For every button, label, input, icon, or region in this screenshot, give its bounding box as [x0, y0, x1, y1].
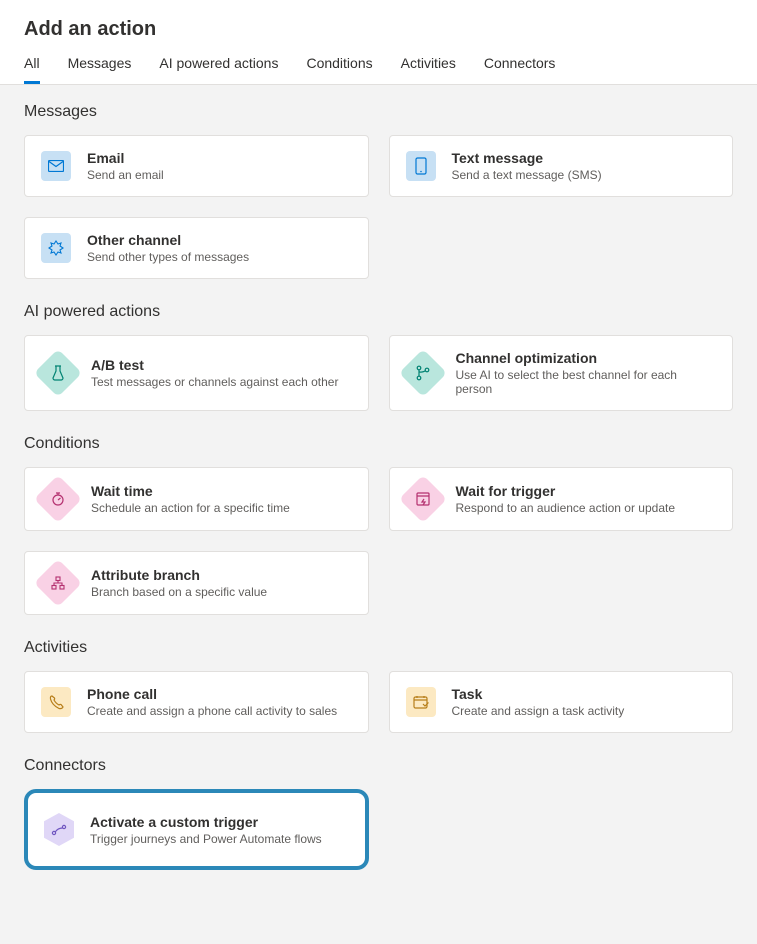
card-task[interactable]: Task Create and assign a task activity — [389, 671, 734, 733]
card-email[interactable]: Email Send an email — [24, 135, 369, 197]
card-desc: Schedule an action for a specific time — [91, 501, 290, 515]
page-title: Add an action — [24, 18, 733, 41]
card-ab-test[interactable]: A/B test Test messages or channels again… — [24, 335, 369, 411]
tab-conditions[interactable]: Conditions — [306, 55, 372, 84]
card-title: Wait time — [91, 483, 290, 499]
trigger-icon — [398, 475, 446, 523]
card-attribute-branch[interactable]: Attribute branch Branch based on a speci… — [24, 551, 369, 615]
card-desc: Branch based on a specific value — [91, 585, 267, 599]
card-title: Text message — [452, 150, 602, 166]
card-desc: Trigger journeys and Power Automate flow… — [90, 832, 322, 846]
card-text-message[interactable]: Text message Send a text message (SMS) — [389, 135, 734, 197]
card-title: Channel optimization — [456, 350, 717, 366]
tab-ai-powered-actions[interactable]: AI powered actions — [159, 55, 278, 84]
card-phone-call[interactable]: Phone call Create and assign a phone cal… — [24, 671, 369, 733]
card-title: Other channel — [87, 232, 249, 248]
card-title: Attribute branch — [91, 567, 267, 583]
flow-icon — [44, 813, 74, 846]
section-title-activities: Activities — [24, 639, 733, 657]
card-desc: Send other types of messages — [87, 250, 249, 264]
tab-messages[interactable]: Messages — [68, 55, 132, 84]
card-desc: Test messages or channels against each o… — [91, 375, 338, 389]
card-activate-custom-trigger[interactable]: Activate a custom trigger Trigger journe… — [24, 789, 369, 870]
card-desc: Send an email — [87, 168, 164, 182]
section-title-ai: AI powered actions — [24, 303, 733, 321]
card-title: Activate a custom trigger — [90, 814, 322, 830]
tab-activities[interactable]: Activities — [401, 55, 456, 84]
card-desc: Create and assign a task activity — [452, 704, 625, 718]
phone-icon — [406, 151, 436, 181]
card-title: A/B test — [91, 357, 338, 373]
section-title-messages: Messages — [24, 103, 733, 121]
card-title: Wait for trigger — [456, 483, 676, 499]
card-wait-for-trigger[interactable]: Wait for trigger Respond to an audience … — [389, 467, 734, 531]
mail-icon — [41, 151, 71, 181]
stopwatch-icon — [34, 475, 82, 523]
tree-icon — [34, 559, 82, 607]
tab-all[interactable]: All — [24, 55, 40, 84]
card-other-channel[interactable]: Other channel Send other types of messag… — [24, 217, 369, 279]
call-icon — [41, 687, 71, 717]
card-desc: Use AI to select the best channel for ea… — [456, 368, 717, 396]
section-title-conditions: Conditions — [24, 435, 733, 453]
card-title: Phone call — [87, 686, 337, 702]
branch-icon — [398, 349, 446, 397]
plugin-icon — [41, 233, 71, 263]
card-desc: Create and assign a phone call activity … — [87, 704, 337, 718]
card-title: Email — [87, 150, 164, 166]
beaker-icon — [34, 349, 82, 397]
tab-connectors[interactable]: Connectors — [484, 55, 556, 84]
card-desc: Send a text message (SMS) — [452, 168, 602, 182]
card-channel-optimization[interactable]: Channel optimization Use AI to select th… — [389, 335, 734, 411]
tabs-bar: All Messages AI powered actions Conditio… — [24, 55, 733, 84]
card-wait-time[interactable]: Wait time Schedule an action for a speci… — [24, 467, 369, 531]
card-title: Task — [452, 686, 625, 702]
section-title-connectors: Connectors — [24, 757, 733, 775]
card-desc: Respond to an audience action or update — [456, 501, 676, 515]
task-icon — [406, 687, 436, 717]
